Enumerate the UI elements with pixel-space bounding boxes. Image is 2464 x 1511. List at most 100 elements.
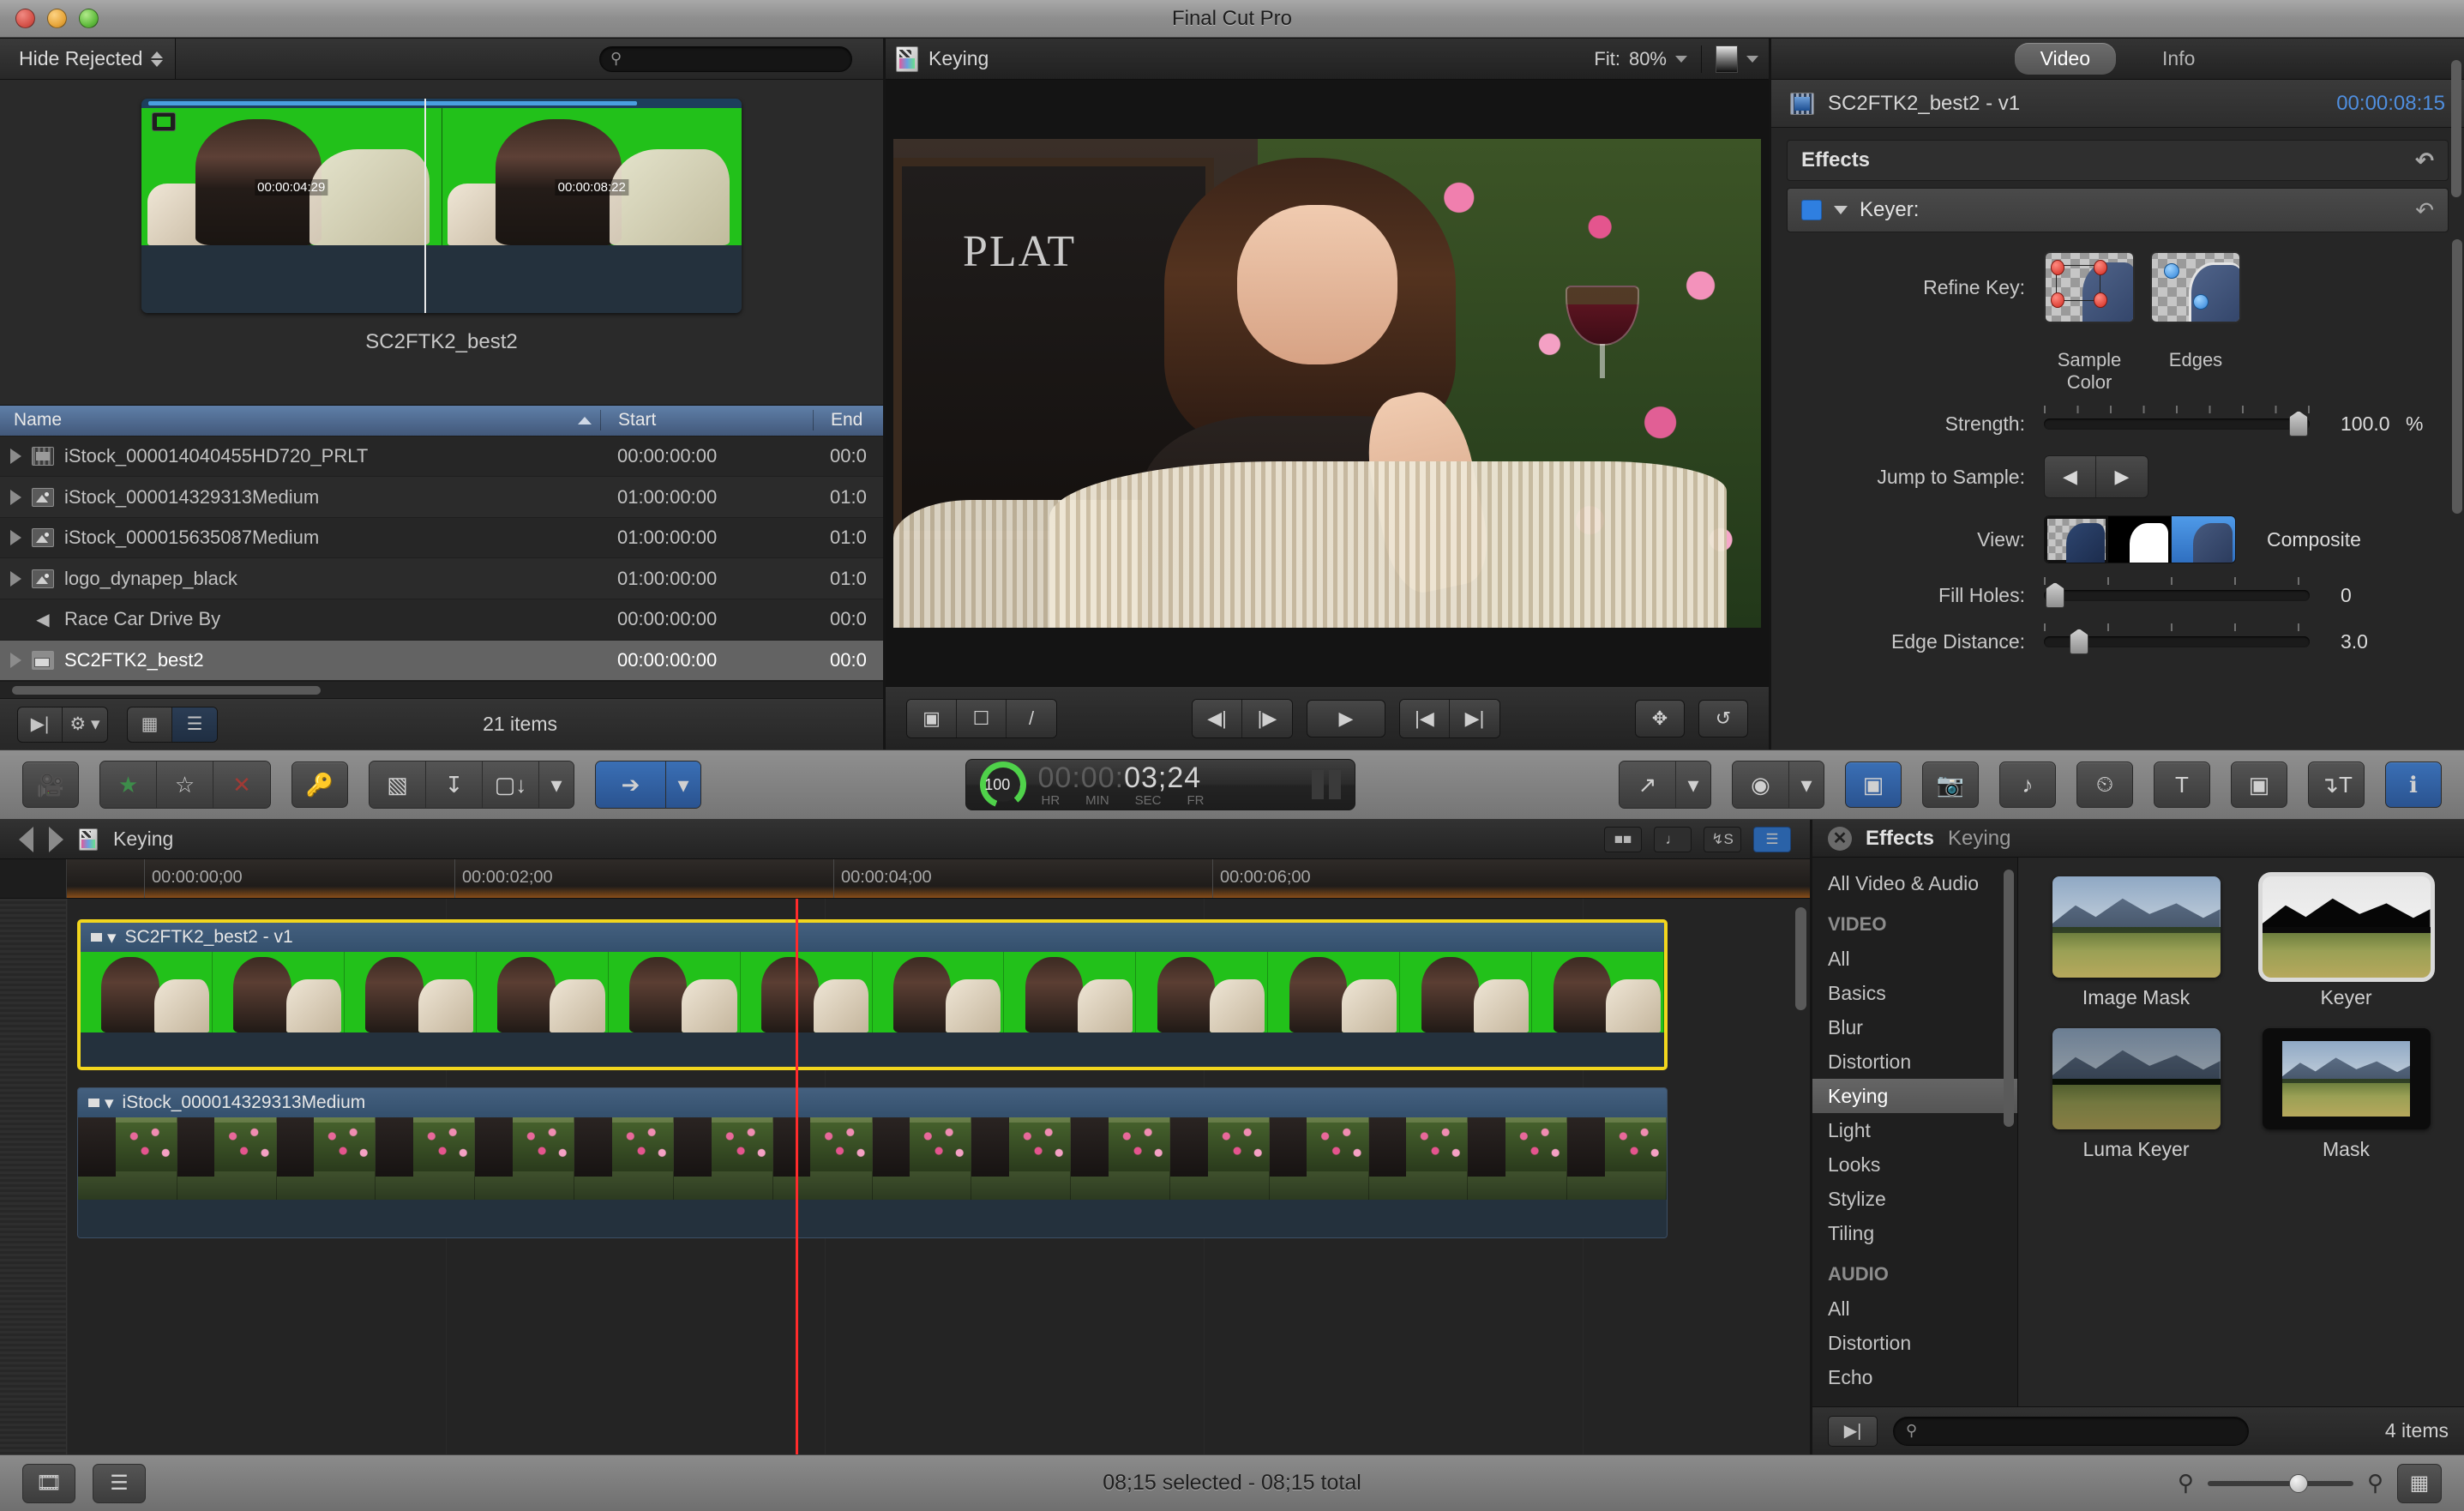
timeline-history-back-icon[interactable] — [19, 826, 33, 852]
category-distortion[interactable]: Distortion — [1812, 1044, 2017, 1079]
favorite-button[interactable]: ★ — [100, 762, 157, 808]
toggle-effects-sidebar-button[interactable]: ▶| — [1828, 1415, 1878, 1447]
timeline-index-button[interactable]: ☰ — [1753, 826, 1791, 852]
table-row-selected[interactable]: SC2FTK2_best2 00:00:00:00 00:0 — [0, 640, 883, 682]
clip-appearance-toggle-button[interactable]: ▦ — [2397, 1463, 2442, 1503]
category-keying[interactable]: Keying — [1812, 1079, 2017, 1113]
effect-thumbnail[interactable] — [2052, 1028, 2221, 1129]
retime-chevron-icon[interactable]: ▾ — [1676, 762, 1710, 808]
chevron-down-icon[interactable] — [1746, 55, 1758, 63]
browser-horizontal-scrollbar[interactable] — [0, 681, 883, 698]
category-all-video-audio[interactable]: All Video & Audio — [1812, 866, 2017, 900]
close-icon[interactable]: ✕ — [1828, 826, 1852, 851]
category-blur[interactable]: Blur — [1812, 1010, 2017, 1044]
music-browser-button[interactable]: ♪ — [1999, 762, 2056, 808]
category-basics[interactable]: Basics — [1812, 976, 2017, 1010]
timeline-ruler[interactable]: 00:00:00;00 00:00:02;00 00:00:04;00 00:0… — [0, 859, 1810, 899]
list-view-button[interactable]: ☰ — [172, 707, 217, 742]
zoom-value[interactable]: 80% — [1629, 48, 1667, 70]
edges-button[interactable] — [2150, 251, 2241, 323]
timeline-clip-primary[interactable]: ▾ SC2FTK2_best2 - v1 — [77, 919, 1668, 1070]
column-header-start[interactable]: Start — [600, 410, 813, 431]
audio-meter-icon[interactable] — [1311, 770, 1341, 799]
disclosure-triangle-icon[interactable] — [10, 652, 21, 668]
filmstrip-skimmer[interactable] — [424, 99, 426, 313]
zoom-slider-knob[interactable] — [2289, 1473, 2309, 1493]
hide-rejected-dropdown[interactable]: Hide Rejected — [0, 39, 177, 79]
timeline-history-forward-icon[interactable] — [49, 826, 63, 852]
insert-clip-button[interactable]: ↧ — [426, 762, 483, 808]
table-row[interactable]: iStock_000014040455HD720_PRLT 00:00:00:0… — [0, 436, 883, 478]
effect-thumbnail[interactable] — [2262, 1028, 2431, 1129]
go-to-end-button[interactable]: ▶| — [1450, 699, 1499, 737]
column-header-end[interactable]: End — [813, 410, 883, 431]
reset-icon[interactable]: ↶ — [2415, 197, 2434, 224]
category-looks[interactable]: Looks — [1812, 1147, 2017, 1182]
viewer-canvas[interactable]: PLAT — [886, 80, 1769, 686]
append-clip-button[interactable]: ▢↓ — [483, 762, 539, 808]
fill-holes-value[interactable]: 0 — [2341, 584, 2418, 607]
effects-category-scrollbar[interactable] — [2004, 870, 2014, 1127]
go-to-start-button[interactable]: |◀ — [1400, 699, 1450, 737]
inspector-clip-duration[interactable]: 00:00:08:15 — [2336, 92, 2445, 116]
slider-knob[interactable] — [2070, 629, 2088, 654]
transitions-browser-button[interactable]: ⏲ — [2076, 762, 2133, 808]
edge-distance-value[interactable]: 3.0 — [2341, 630, 2418, 653]
timeline-vertical-scrollbar[interactable] — [1795, 907, 1806, 1010]
timeline-index-toggle-button[interactable]: ☰ — [93, 1463, 146, 1503]
reset-icon[interactable]: ↶ — [2415, 147, 2434, 174]
filmstrip-view-button[interactable]: ▦ — [128, 707, 172, 742]
category-audio-all[interactable]: All — [1812, 1291, 2017, 1326]
slider-knob[interactable] — [2289, 411, 2308, 436]
transform-tool-button[interactable]: ☐ — [957, 699, 1007, 737]
table-row[interactable]: logo_dynapep_black 01:00:00:00 01:0 — [0, 558, 883, 599]
retime-button[interactable]: ↗ — [1620, 762, 1676, 808]
clip-appearance-button[interactable]: ■■ — [1604, 826, 1642, 852]
timeline-clip-secondary[interactable]: ▾ iStock_000014329313Medium — [77, 1087, 1668, 1238]
chevron-down-icon[interactable] — [1675, 55, 1687, 63]
enhancements-button[interactable]: ◉ — [1733, 762, 1789, 808]
disclosure-triangle-icon[interactable] — [10, 530, 21, 546]
keyword-editor-button[interactable]: 🔑 — [291, 762, 348, 808]
category-light[interactable]: Light — [1812, 1113, 2017, 1147]
distort-tool-button[interactable]: / — [1007, 699, 1056, 737]
disclosure-triangle-icon[interactable] — [10, 570, 21, 587]
strength-slider[interactable] — [2044, 406, 2310, 438]
view-original-button[interactable] — [2172, 516, 2235, 563]
tab-info[interactable]: Info — [2136, 43, 2221, 75]
crop-tool-button[interactable]: ▣ — [907, 699, 957, 737]
table-row[interactable]: iStock_000015635087Medium 01:00:00:00 01… — [0, 517, 883, 559]
play-button[interactable]: ▶ — [1307, 699, 1385, 737]
edge-distance-slider[interactable] — [2044, 623, 2310, 656]
show-sidebar-button[interactable]: ▶| — [18, 707, 63, 742]
category-tiling[interactable]: Tiling — [1812, 1216, 2017, 1250]
viewer-display-options-button[interactable] — [1716, 45, 1738, 73]
show-effects-browser-button[interactable]: ▣ — [1845, 762, 1902, 808]
effects-search-input[interactable]: ⚲ — [1893, 1416, 2249, 1446]
table-row[interactable]: iStock_000014329313Medium 01:00:00:00 01… — [0, 477, 883, 518]
disclosure-triangle-icon[interactable] — [10, 448, 21, 464]
audio-skimming-button[interactable]: ♩ — [1654, 826, 1692, 852]
reject-button[interactable]: ✕ — [213, 762, 270, 808]
enhancements-chevron-icon[interactable]: ▾ — [1789, 762, 1824, 808]
slider-knob[interactable] — [2046, 582, 2064, 608]
snapping-button[interactable]: ↯S — [1704, 826, 1741, 852]
generators-browser-button[interactable]: ▣ — [2231, 762, 2287, 808]
effect-item-selected[interactable]: Keyer — [2251, 872, 2442, 1009]
tab-video[interactable]: Video — [2014, 43, 2117, 75]
keyer-section-header[interactable]: Keyer: ↶ — [1787, 188, 2449, 232]
inspector-scrollbar[interactable] — [2452, 239, 2462, 514]
unrate-button[interactable]: ☆ — [157, 762, 213, 808]
edit-options-chevron-icon[interactable]: ▾ — [539, 762, 574, 808]
photos-browser-button[interactable]: 📷 — [1922, 762, 1979, 808]
select-tool-button[interactable]: ➔ — [596, 762, 666, 808]
connect-clip-button[interactable]: ▧ — [370, 762, 426, 808]
effect-thumbnail[interactable] — [2257, 872, 2435, 982]
browser-settings-button[interactable]: ⚙ ▾ — [63, 707, 107, 742]
timecode-display[interactable]: 100 % 00:00:03;24 HR MIN SEC FR — [965, 759, 1355, 810]
jump-next-sample-button[interactable]: ▶ — [2096, 456, 2148, 497]
import-media-button[interactable]: 🎥 — [22, 762, 79, 808]
titles-browser-button[interactable]: T — [2154, 762, 2210, 808]
fill-holes-slider[interactable] — [2044, 577, 2310, 610]
effect-thumbnail[interactable] — [2052, 876, 2221, 978]
